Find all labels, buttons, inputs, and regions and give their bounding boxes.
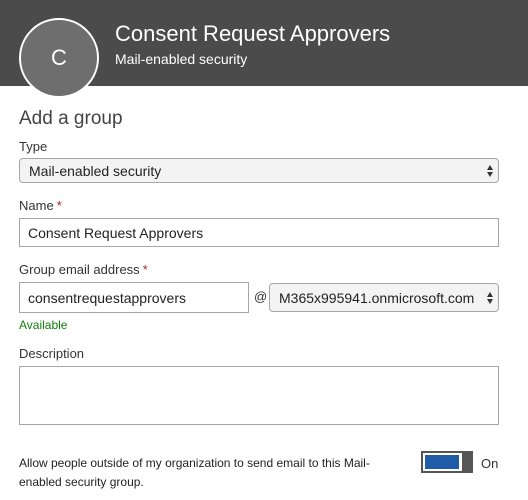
required-marker: * <box>56 198 62 213</box>
group-subtitle: Mail-enabled security <box>115 51 248 67</box>
group-title: Consent Request Approvers <box>115 21 391 46</box>
email-alias-input[interactable]: consentrequestapprovers <box>19 282 249 313</box>
type-select-value: Mail-enabled security <box>29 162 162 179</box>
name-label: Name * <box>19 198 62 213</box>
description-textarea[interactable] <box>19 366 499 425</box>
name-input[interactable]: Consent Request Approvers <box>19 218 499 247</box>
name-label-text: Name <box>19 198 54 213</box>
section-title: Add a group <box>19 108 123 129</box>
email-label: Group email address * <box>19 262 148 277</box>
availability-status: Available <box>19 318 68 332</box>
type-label: Type <box>19 139 48 154</box>
email-label-text: Group email address <box>19 262 140 277</box>
toggle-thumb[interactable] <box>462 451 473 473</box>
avatar: C <box>19 18 99 98</box>
toggle-state-label: On <box>481 456 499 471</box>
select-arrows-icon <box>486 291 494 304</box>
external-email-toggle[interactable] <box>421 451 473 473</box>
email-domain-value: M365x995941.onmicrosoft.com <box>279 289 475 306</box>
required-marker: * <box>142 262 148 277</box>
toggle-track <box>425 455 459 469</box>
at-sign: @ <box>254 289 268 304</box>
select-arrows-icon <box>486 164 494 177</box>
email-domain-select[interactable]: M365x995941.onmicrosoft.com <box>269 283 499 312</box>
external-email-text: Allow people outside of my organization … <box>19 456 370 489</box>
type-select[interactable]: Mail-enabled security <box>19 158 499 183</box>
description-label: Description <box>19 346 85 361</box>
